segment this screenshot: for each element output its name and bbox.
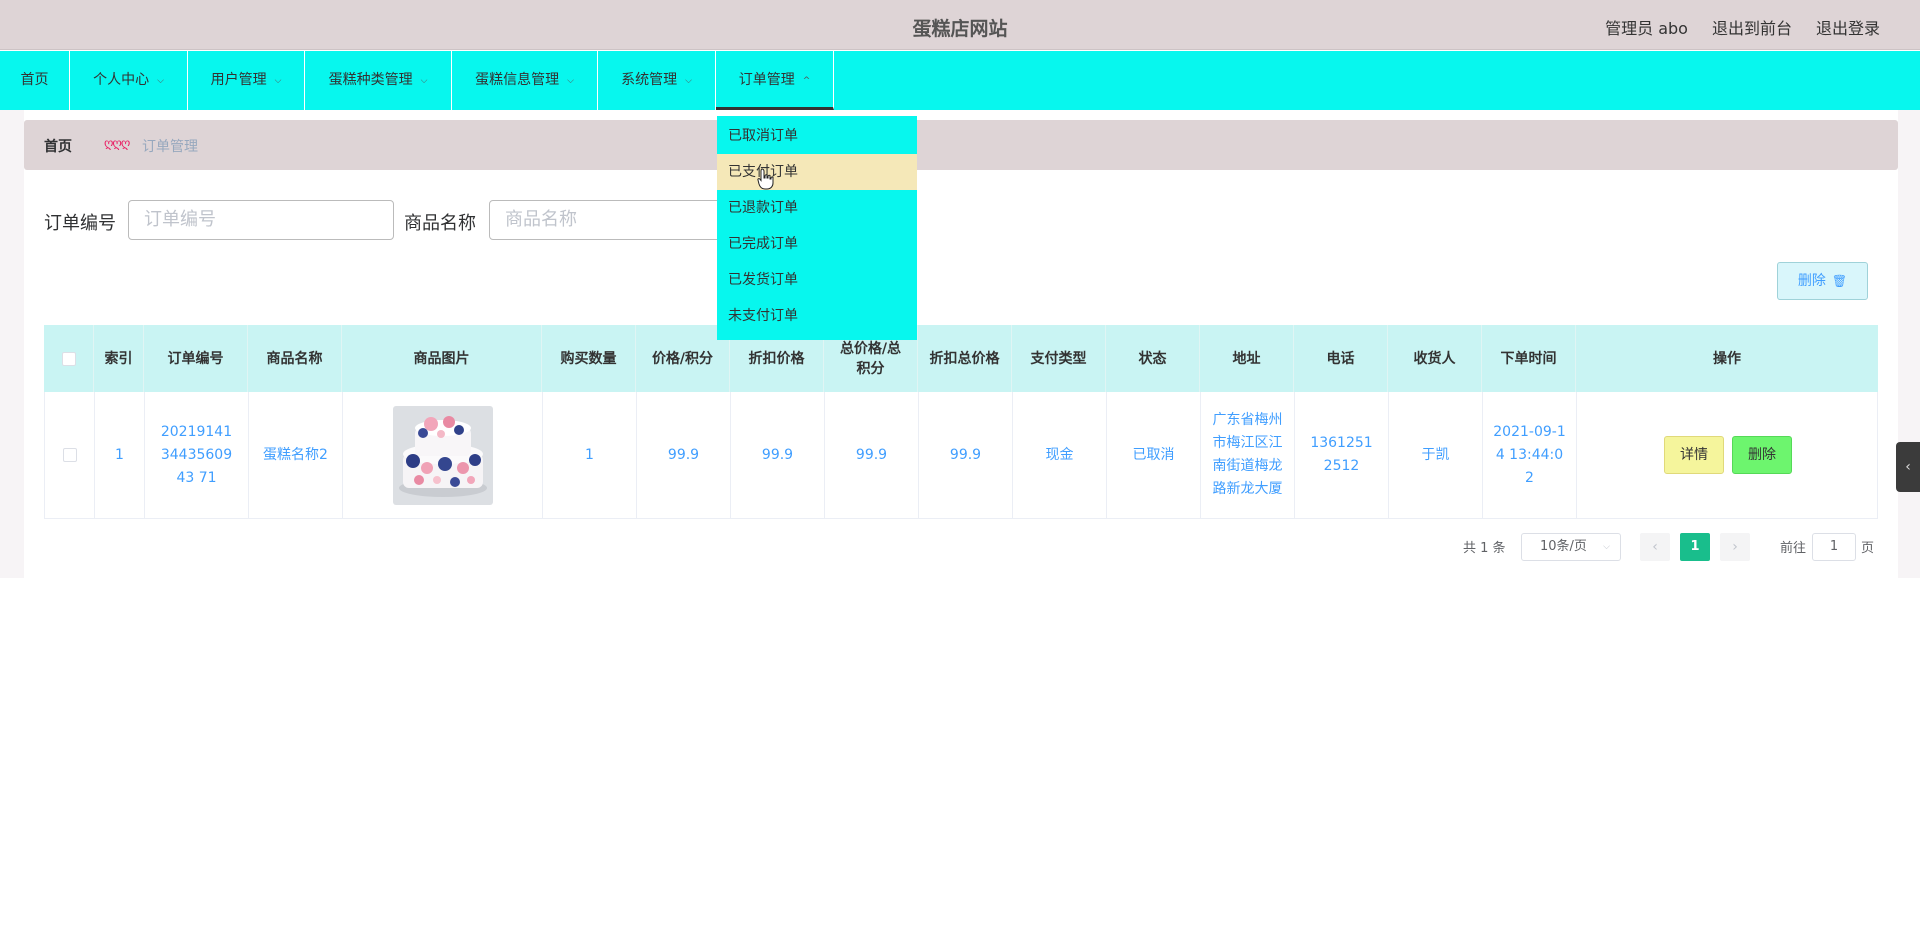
delete-button[interactable]: 删除 🗑: [1777, 262, 1868, 300]
top-header: 蛋糕店网站 管理员 abo 退出到前台 退出登录: [0, 0, 1920, 50]
header-receiver: 收货人: [1388, 325, 1482, 392]
chevron-down-icon: ⌵: [274, 76, 282, 86]
cell-actions: 详情 删除: [1577, 392, 1879, 518]
cell-total-price: 99.9: [825, 392, 919, 518]
prev-page-button[interactable]: ‹: [1640, 533, 1670, 561]
header-product-name: 商品名称: [248, 325, 342, 392]
row-checkbox[interactable]: [62, 448, 77, 462]
goto-page-input[interactable]: 1: [1812, 533, 1856, 561]
header-order-time: 下单时间: [1482, 325, 1576, 392]
cell-order-time: 2021-09-14 13:44:02: [1483, 392, 1577, 518]
cell-discount-total: 99.9: [919, 392, 1013, 518]
header-status: 状态: [1106, 325, 1200, 392]
main-content: 订单编号 订单编号 商品名称 商品名称 删除 🗑 索引 订单编号 商品名称 商品图…: [24, 180, 1898, 578]
right-background-strip: [1898, 110, 1920, 578]
delete-button-label: 删除: [1797, 273, 1826, 289]
goto-prefix: 前往: [1780, 541, 1807, 556]
select-all-cell: [44, 325, 94, 392]
pagination-total: 共 1 条: [1463, 541, 1506, 556]
cell-pay-type: 现金: [1013, 392, 1107, 518]
nav-system-management-label: 系统管理: [621, 72, 678, 88]
cell-address: 广东省梅州市梅江区江南街道梅龙路新龙大厦: [1201, 392, 1295, 518]
table-header: 索引 订单编号 商品名称 商品图片 购买数量 价格/积分 折扣价格 总价格/总积…: [44, 325, 1878, 392]
row-select-cell: [45, 392, 95, 518]
nav-system-management[interactable]: 系统管理 ⌵: [598, 51, 716, 110]
header-pay-type: 支付类型: [1012, 325, 1106, 392]
header-phone: 电话: [1294, 325, 1388, 392]
chevron-down-icon: ⌵: [1603, 542, 1610, 552]
nav-user-management-label: 用户管理: [210, 72, 267, 88]
header-actions: 操作: [1713, 350, 1741, 367]
page-number-1[interactable]: 1: [1680, 533, 1710, 561]
top-links: 管理员 abo 退出到前台 退出登录: [1605, 15, 1880, 39]
cell-order-no: 202191413443560943 71: [145, 392, 249, 518]
left-background-strip: [0, 110, 24, 578]
cell-quantity: 1: [543, 392, 637, 518]
page-size-value: 10条/页: [1540, 539, 1587, 554]
cell-index: 1: [95, 392, 145, 518]
chevron-down-icon: ⌵: [567, 76, 574, 86]
detail-button[interactable]: 详情: [1664, 436, 1724, 474]
chevron-down-icon: ⌵: [420, 76, 428, 86]
order-no-label: 订单编号: [44, 213, 116, 234]
nav-home[interactable]: 首页: [0, 51, 70, 110]
dropdown-item-cancelled-orders[interactable]: 已取消订单: [717, 118, 917, 154]
exit-to-front-link[interactable]: 退出到前台: [1712, 15, 1792, 39]
logout-link[interactable]: 退出登录: [1816, 15, 1880, 39]
table-row: 1 202191413443560943 71 蛋糕名称2 1 99.9 99.…: [44, 392, 1878, 519]
dropdown-item-paid-orders[interactable]: 已支付订单: [717, 154, 917, 190]
chevron-down-icon: ⌵: [157, 76, 164, 86]
header-price: 价格/积分: [636, 325, 730, 392]
side-panel-toggle[interactable]: ‹: [1896, 442, 1920, 492]
order-management-dropdown: 已取消订单 已支付订单 已退款订单 已完成订单 已发货订单 未支付订单: [717, 116, 917, 340]
dropdown-item-shipped-orders[interactable]: 已发货订单: [717, 262, 917, 298]
header-product-image: 商品图片: [342, 325, 542, 392]
dropdown-item-completed-orders[interactable]: 已完成订单: [717, 226, 917, 262]
cake-image: [392, 405, 493, 505]
page-size-select[interactable]: 10条/页 ⌵: [1521, 533, 1621, 561]
cell-discount-price: 99.9: [731, 392, 825, 518]
order-no-input[interactable]: 订单编号: [128, 200, 394, 240]
cell-product-name: 蛋糕名称2: [249, 392, 343, 518]
dropdown-item-refunded-orders[interactable]: 已退款订单: [717, 190, 917, 226]
breadcrumb-separator-icon: ღღღ: [104, 136, 130, 150]
nav-home-label: 首页: [20, 72, 49, 88]
header-discount-total: 折扣总价格: [918, 325, 1012, 392]
cell-status: 已取消: [1107, 392, 1201, 518]
product-name-input[interactable]: 商品名称: [489, 200, 729, 240]
nav-order-management[interactable]: 订单管理 ^: [716, 51, 834, 110]
admin-label: 管理员 abo: [1605, 19, 1688, 38]
select-all-checkbox[interactable]: [61, 351, 76, 366]
dropdown-item-unpaid-orders[interactable]: 未支付订单: [717, 298, 917, 334]
main-nav: 首页 个人中心 ⌵ 用户管理 ⌵ 蛋糕种类管理 ⌵ 蛋糕信息管理 ⌵ 系统管理 ⌵ 订单管…: [0, 51, 1920, 110]
nav-personal-center-label: 个人中心: [93, 72, 150, 88]
nav-order-management-label: 订单管理: [738, 72, 795, 88]
row-delete-button[interactable]: 删除: [1732, 436, 1792, 474]
cell-product-image: [343, 392, 543, 518]
chevron-up-icon: ^: [802, 76, 811, 86]
cell-price: 99.9: [637, 392, 731, 518]
nav-cake-category-management[interactable]: 蛋糕种类管理 ⌵: [305, 51, 452, 110]
chevron-left-icon: ‹: [1905, 459, 1911, 475]
chevron-down-icon: ⌵: [685, 76, 692, 86]
cell-receiver: 于凯: [1389, 392, 1483, 518]
nav-cake-info-label: 蛋糕信息管理: [475, 72, 560, 88]
breadcrumb-home[interactable]: 首页: [44, 136, 72, 156]
product-name-label: 商品名称: [404, 213, 476, 234]
breadcrumb: 首页 ღღღ 订单管理: [24, 120, 1898, 170]
next-page-button[interactable]: ›: [1720, 533, 1750, 561]
nav-user-management[interactable]: 用户管理 ⌵: [188, 51, 305, 110]
header-quantity: 购买数量: [542, 325, 636, 392]
header-index: 索引: [94, 325, 144, 392]
cell-phone: 13612512512: [1295, 392, 1389, 518]
breadcrumb-current: 订单管理: [142, 139, 198, 155]
nav-cake-category-label: 蛋糕种类管理: [328, 72, 413, 88]
goto-suffix: 页: [1861, 541, 1875, 556]
trash-icon: 🗑: [1831, 274, 1848, 288]
nav-personal-center[interactable]: 个人中心 ⌵: [70, 51, 188, 110]
header-address: 地址: [1200, 325, 1294, 392]
header-order-no: 订单编号: [144, 325, 248, 392]
nav-cake-info-management[interactable]: 蛋糕信息管理 ⌵: [452, 51, 598, 110]
